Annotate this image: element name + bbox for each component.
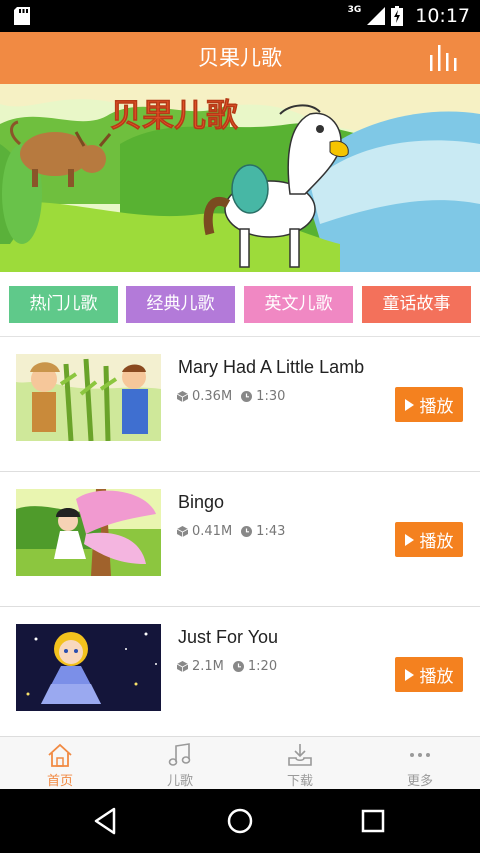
tab-label: 更多 (406, 774, 433, 789)
clock: 10:17 (415, 5, 470, 27)
more-icon (410, 753, 430, 757)
sd-card-icon (14, 7, 30, 25)
equalizer-icon[interactable] (430, 45, 458, 71)
screen: 3G 10:17 贝果儿歌 贝果儿歌 热门儿歌 经典儿歌 英文儿歌 童话故事 M… (0, 0, 480, 853)
song-duration: 1:43 (256, 524, 286, 539)
clock-icon (241, 526, 253, 537)
file-size-icon (177, 661, 188, 672)
clock-icon (241, 391, 253, 402)
bottom-tab-bar: 首页 儿歌 下载 更多 (0, 736, 480, 789)
tab-label: 首页 (46, 774, 73, 789)
tab-more[interactable]: 更多 (360, 737, 480, 790)
song-meta: 0.36M 1:30 (177, 389, 285, 404)
music-note-icon (168, 743, 191, 766)
play-icon (404, 533, 414, 546)
battery-icon (391, 6, 404, 26)
signal-icon (367, 7, 386, 25)
song-title: Mary Had A Little Lamb (178, 357, 365, 377)
banner-logo: 贝果儿歌 (110, 96, 239, 134)
category-classic-songs[interactable]: 经典儿歌 (126, 286, 235, 323)
song-thumbnail (16, 489, 161, 576)
network-type: 3G (347, 5, 362, 15)
app-title: 贝果儿歌 (198, 46, 282, 70)
home-circle-icon[interactable] (224, 805, 256, 837)
status-bar: 3G 10:17 (0, 0, 480, 32)
tab-home[interactable]: 首页 (0, 737, 120, 790)
category-fairy-tales[interactable]: 童话故事 (362, 286, 471, 323)
song-size: 2.1M (192, 659, 224, 674)
play-icon (404, 668, 414, 681)
home-icon (48, 743, 72, 767)
play-label: 播放 (419, 667, 454, 687)
tab-songs[interactable]: 儿歌 (120, 737, 240, 790)
play-button[interactable]: 播放 (395, 387, 463, 422)
song-duration: 1:30 (256, 389, 286, 404)
song-meta: 0.41M 1:43 (177, 524, 285, 539)
tab-label: 下载 (286, 774, 313, 789)
play-button[interactable]: 播放 (395, 522, 463, 557)
banner-illustration: 贝果儿歌 (0, 84, 480, 272)
file-size-icon (177, 526, 188, 537)
status-right: 3G 10:17 (348, 0, 470, 32)
back-icon[interactable] (90, 805, 122, 837)
play-icon (404, 398, 414, 411)
song-list-item[interactable]: Bingo 0.41M 1:43 播放 (0, 472, 480, 607)
song-list-item[interactable]: Mary Had A Little Lamb 0.36M 1:30 播放 (0, 337, 480, 472)
song-thumbnail (16, 624, 161, 711)
file-size-icon (177, 391, 188, 402)
clock-icon (232, 661, 244, 672)
song-thumbnail (16, 354, 161, 441)
recents-icon[interactable] (357, 805, 389, 837)
play-label: 播放 (419, 397, 454, 417)
tab-label: 儿歌 (166, 774, 193, 789)
tab-download[interactable]: 下载 (240, 737, 360, 790)
song-size: 0.36M (192, 389, 233, 404)
song-duration: 1:20 (247, 659, 278, 674)
song-list-item[interactable]: Just For You 2.1M 1:20 播放 (0, 607, 480, 742)
system-nav-bar (0, 789, 480, 853)
song-meta: 2.1M 1:20 (177, 659, 277, 674)
play-button[interactable]: 播放 (395, 657, 463, 692)
song-size: 0.41M (192, 524, 233, 539)
song-title: Just For You (178, 627, 279, 647)
category-hot-songs[interactable]: 热门儿歌 (9, 286, 118, 323)
song-title: Bingo (178, 492, 225, 512)
download-icon (288, 744, 312, 766)
play-label: 播放 (419, 532, 454, 552)
category-bar: 热门儿歌 经典儿歌 英文儿歌 童话故事 (0, 272, 480, 337)
category-english-songs[interactable]: 英文儿歌 (244, 286, 353, 323)
banner[interactable]: 贝果儿歌 (0, 84, 480, 272)
app-bar: 贝果儿歌 (0, 32, 480, 84)
